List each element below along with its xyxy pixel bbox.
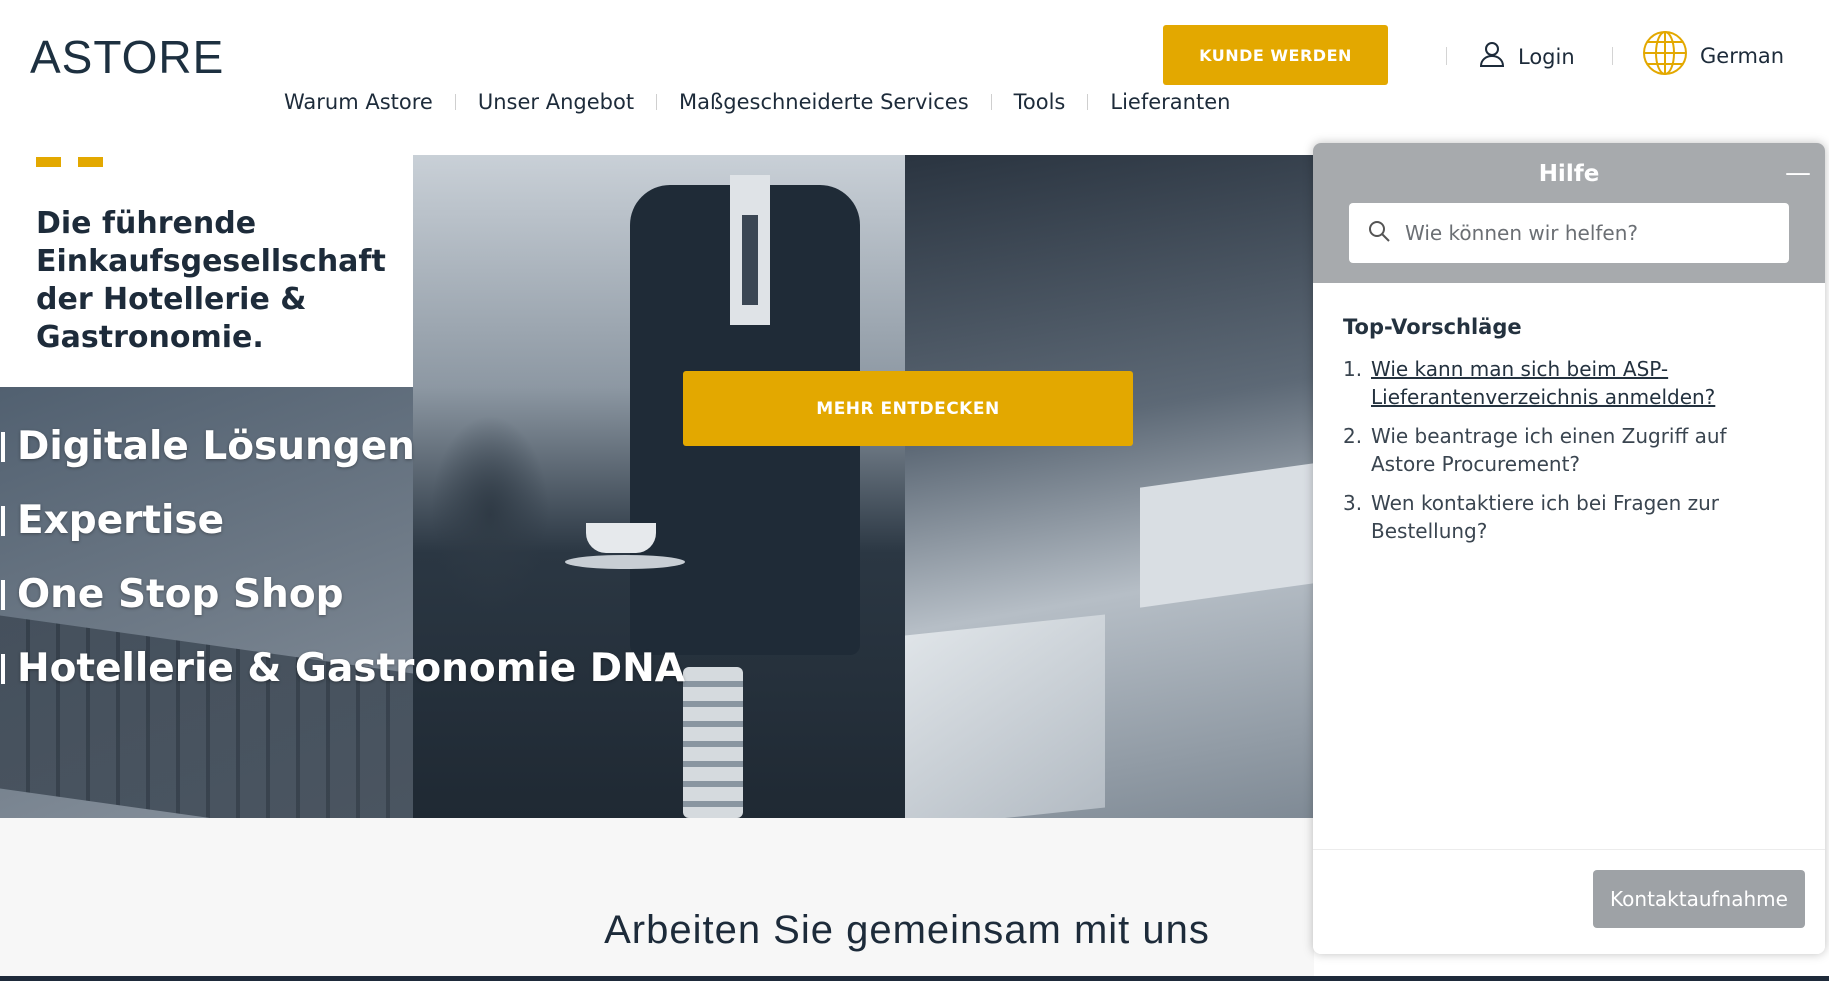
hero-bullet-list: Digitale Lösungen Expertise One Stop Sho…: [0, 410, 685, 706]
login-label: Login: [1518, 44, 1575, 69]
nav-item-warum-astore[interactable]: Warum Astore: [284, 90, 433, 114]
suggestion-number: 3.: [1343, 491, 1363, 515]
site-header: ASTORE KUNDE WERDEN Login German Warum A…: [0, 0, 1829, 155]
login-link[interactable]: Login: [1478, 40, 1575, 73]
suggestion-item[interactable]: 2. Wie beantrage ich einen Zugriff auf A…: [1343, 422, 1783, 478]
hero-image-tie: [742, 215, 758, 305]
suggestions-list: 1. Wie kann man sich beim ASP-Lieferante…: [1343, 355, 1783, 556]
help-title: Hilfe: [1538, 161, 1600, 187]
help-search-box[interactable]: [1349, 203, 1789, 263]
nav-divider: [990, 94, 992, 110]
hero-banner: Die führende Einkaufsgesellschaft der Ho…: [0, 155, 1314, 818]
minimize-icon[interactable]: —: [1785, 160, 1811, 186]
hero-image-laptop-desk: [905, 614, 1105, 818]
help-search-input[interactable]: [1405, 221, 1775, 245]
help-widget: Hilfe — Top-Vorschläge 1. Wie kann man s…: [1313, 143, 1825, 954]
hero-bullet: Hotellerie & Gastronomie DNA: [0, 632, 685, 706]
user-icon: [1478, 40, 1506, 73]
suggestion-link[interactable]: Wie kann man sich beim ASP-Lieferantenve…: [1371, 355, 1783, 411]
accent-mark: [78, 157, 103, 167]
header-divider: [1612, 47, 1613, 65]
hero-title-box: Die führende Einkaufsgesellschaft der Ho…: [0, 155, 413, 387]
help-footer: Kontaktaufnahme: [1313, 849, 1825, 954]
astore-logo[interactable]: ASTORE: [30, 30, 224, 84]
mehr-entdecken-button[interactable]: MEHR ENTDECKEN: [683, 371, 1133, 446]
kunde-werden-button[interactable]: KUNDE WERDEN: [1163, 25, 1388, 85]
nav-item-unser-angebot[interactable]: Unser Angebot: [478, 90, 634, 114]
accent-mark: [36, 157, 61, 167]
nav-item-services[interactable]: Maßgeschneiderte Services: [679, 90, 969, 114]
hero-bullet: Expertise: [0, 484, 685, 558]
header-divider: [1446, 47, 1447, 65]
nav-divider: [656, 94, 658, 110]
hero-image-paper: [1140, 462, 1314, 608]
hero-image-can: [683, 667, 743, 818]
nav-divider: [1087, 94, 1089, 110]
globe-icon: [1642, 30, 1688, 81]
section-background: [0, 818, 1314, 981]
nav-divider: [454, 94, 456, 110]
bottom-strip: [0, 976, 1829, 981]
suggestion-number: 2.: [1343, 424, 1363, 448]
nav-item-tools[interactable]: Tools: [1014, 90, 1066, 114]
hero-bullet: One Stop Shop: [0, 558, 685, 632]
help-header: Hilfe —: [1313, 143, 1825, 283]
kontaktaufnahme-button[interactable]: Kontaktaufnahme: [1593, 870, 1805, 928]
nav-item-lieferanten[interactable]: Lieferanten: [1110, 90, 1230, 114]
suggestion-link[interactable]: Wie beantrage ich einen Zugriff auf Asto…: [1371, 422, 1783, 478]
suggestion-item[interactable]: 3. Wen kontaktiere ich bei Fragen zur Be…: [1343, 489, 1783, 545]
language-label: German: [1700, 43, 1785, 68]
search-icon: [1367, 219, 1391, 247]
suggestions-heading: Top-Vorschläge: [1343, 315, 1522, 339]
suggestion-item[interactable]: 1. Wie kann man sich beim ASP-Lieferante…: [1343, 355, 1783, 411]
hero-bullet: Digitale Lösungen: [0, 410, 685, 484]
hero-title: Die führende Einkaufsgesellschaft der Ho…: [36, 206, 386, 355]
suggestion-number: 1.: [1343, 357, 1363, 381]
main-nav: Warum Astore Unser Angebot Maßgeschneide…: [284, 90, 1230, 114]
suggestion-link[interactable]: Wen kontaktiere ich bei Fragen zur Beste…: [1371, 489, 1783, 545]
language-selector[interactable]: German: [1642, 30, 1784, 81]
